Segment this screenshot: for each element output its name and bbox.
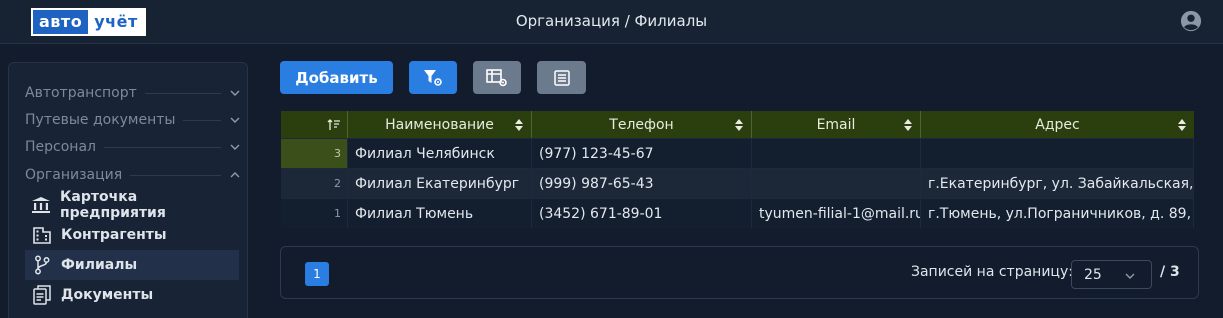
- chevron-up-icon: [230, 172, 240, 178]
- per-page-select[interactable]: 25: [1071, 260, 1152, 289]
- column-header-label: Email: [816, 116, 856, 133]
- sidebar: Автотранспорт Путевые документы Персонал…: [8, 62, 248, 318]
- chevron-down-icon: [1125, 273, 1135, 279]
- bank-icon: [31, 194, 52, 216]
- sidebar-section-organization[interactable]: Организация: [25, 164, 241, 186]
- list-view-button[interactable]: [537, 61, 586, 94]
- list-view-icon: [553, 69, 570, 86]
- sidebar-item-label: Карточка предприятия: [59, 189, 166, 221]
- sidebar-section-travel-documents[interactable]: Путевые документы: [25, 109, 241, 131]
- table-settings-button[interactable]: [473, 61, 521, 94]
- sidebar-item-branches[interactable]: Филиалы: [25, 250, 239, 280]
- pagination-panel: 1 Записей на страницу: 25 / 3: [280, 246, 1199, 299]
- cell-name: Филиал Челябинск: [348, 139, 532, 168]
- table-header: Наименование Телефон Email Адрес: [281, 111, 1194, 138]
- branch-icon: [31, 254, 53, 276]
- sidebar-section-label: Персонал: [25, 139, 96, 155]
- column-header-number[interactable]: [281, 111, 348, 138]
- page-button-current[interactable]: 1: [305, 262, 329, 286]
- documents-icon: [31, 284, 53, 306]
- sidebar-item-label: Документы: [61, 287, 154, 303]
- section-divider: [103, 146, 221, 148]
- branches-table: Наименование Телефон Email Адрес 3 Филиа…: [281, 111, 1194, 228]
- chevron-down-icon: [230, 90, 240, 96]
- cell-email: [752, 169, 921, 198]
- section-divider: [130, 174, 221, 176]
- filter-settings-button[interactable]: [409, 61, 457, 94]
- table-row[interactable]: 3 Филиал Челябинск (977) 123-45-67: [281, 138, 1194, 168]
- table-settings-icon: [486, 68, 507, 86]
- sidebar-item-documents[interactable]: Документы: [25, 280, 239, 310]
- column-header-name[interactable]: Наименование: [348, 111, 532, 138]
- sidebar-item-company-card[interactable]: Карточка предприятия: [25, 189, 239, 221]
- cell-email: [752, 139, 921, 168]
- column-header-address[interactable]: Адрес: [921, 111, 1194, 138]
- top-header: авто учёт Организация / Филиалы: [0, 0, 1223, 44]
- total-pages: / 3: [1160, 264, 1180, 280]
- section-divider: [183, 119, 221, 121]
- sidebar-section-autotransport[interactable]: Автотранспорт: [25, 82, 241, 104]
- cell-address: [921, 139, 1194, 168]
- sidebar-section-personnel[interactable]: Персонал: [25, 136, 241, 158]
- sidebar-item-counterparties[interactable]: Контрагенты: [25, 220, 239, 250]
- filter-settings-icon: [424, 69, 442, 86]
- row-number: 3: [281, 139, 348, 168]
- sort-icon: [515, 119, 523, 131]
- cell-name: Филиал Екатеринбург: [348, 169, 532, 198]
- page-title: Организация / Филиалы: [515, 12, 708, 30]
- per-page-label: Записей на страницу:: [911, 264, 1073, 280]
- sidebar-item-label: Филиалы: [61, 257, 138, 273]
- cell-phone: (999) 987-65-43: [532, 169, 752, 198]
- sidebar-item-label: Контрагенты: [61, 227, 167, 243]
- sort-descending-icon: [327, 119, 340, 130]
- row-number: 2: [281, 169, 348, 198]
- per-page-value: 25: [1084, 267, 1102, 283]
- chevron-down-icon: [230, 117, 240, 123]
- sort-icon: [1178, 119, 1186, 131]
- row-number: 1: [281, 199, 348, 228]
- cell-email: tyumen-filial-1@mail.ru: [752, 199, 921, 228]
- table-row[interactable]: 1 Филиал Тюмень (3452) 671-89-01 tyumen-…: [281, 198, 1194, 228]
- user-account-icon[interactable]: [1180, 10, 1202, 32]
- column-header-label: Телефон: [609, 116, 674, 133]
- cell-phone: (3452) 671-89-01: [532, 199, 752, 228]
- column-header-email[interactable]: Email: [752, 111, 921, 138]
- chevron-down-icon: [230, 144, 240, 150]
- section-divider: [144, 92, 221, 94]
- cell-phone: (977) 123-45-67: [532, 139, 752, 168]
- building-icon: [31, 224, 53, 246]
- column-header-label: Наименование: [385, 116, 494, 133]
- sort-icon: [735, 119, 743, 131]
- sidebar-section-label: Автотранспорт: [25, 85, 137, 101]
- sort-icon: [904, 119, 912, 131]
- column-header-label: Адрес: [1035, 116, 1080, 133]
- table-row[interactable]: 2 Филиал Екатеринбург (999) 987-65-43 г.…: [281, 168, 1194, 198]
- column-header-phone[interactable]: Телефон: [532, 111, 752, 138]
- cell-name: Филиал Тюмень: [348, 199, 532, 228]
- sidebar-section-label: Организация: [25, 167, 123, 183]
- cell-address: г.Екатеринбург, ул. Забайкальская, д....: [921, 169, 1194, 198]
- sidebar-section-label: Путевые документы: [25, 112, 176, 128]
- cell-address: г.Тюмень, ул.Пограничников, д. 89, о...: [921, 199, 1194, 228]
- add-button[interactable]: Добавить: [280, 61, 393, 94]
